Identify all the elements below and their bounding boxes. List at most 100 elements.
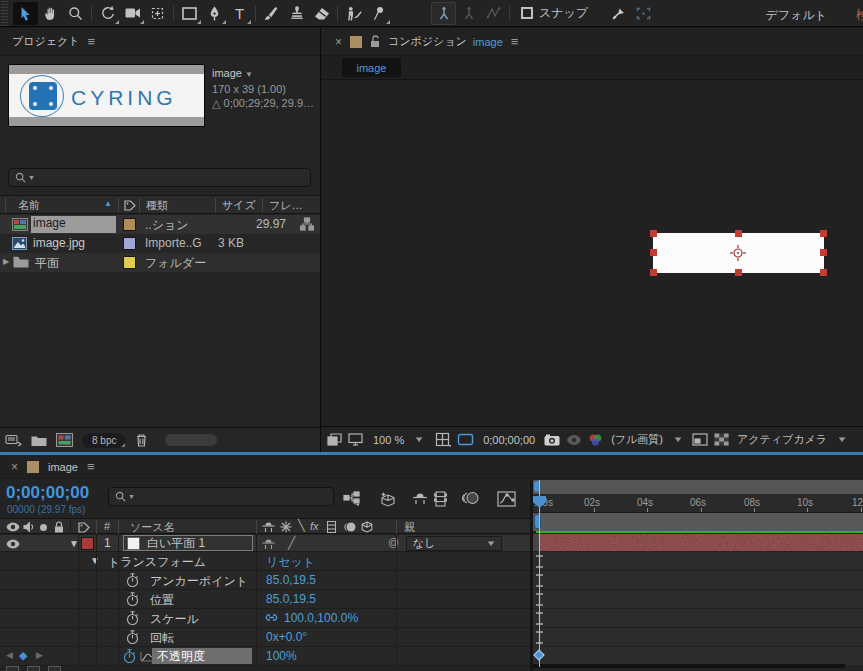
collapse-column-icon[interactable] <box>280 521 292 533</box>
selection-tool[interactable] <box>13 2 38 25</box>
rotate-tool[interactable] <box>95 2 120 25</box>
column-name[interactable]: 名前 <box>18 198 40 213</box>
puppet-pin-tool[interactable] <box>366 2 391 25</box>
layer-name-cell[interactable]: 白い平面 1 <box>123 535 253 551</box>
reset-link[interactable]: リセット <box>266 554 315 571</box>
3d-column-icon[interactable] <box>361 521 373 533</box>
composition-panel-tab[interactable]: × コンポジション image ≡ <box>321 28 863 56</box>
pen-tool[interactable] <box>202 2 227 25</box>
always-preview-icon[interactable] <box>327 433 342 446</box>
label-column-icon[interactable] <box>78 522 90 533</box>
prev-keyframe-arrow[interactable]: ◀ <box>6 650 13 660</box>
timeline-navigator-band[interactable] <box>533 480 863 494</box>
work-area-bar[interactable] <box>533 513 863 531</box>
project-row-folder[interactable]: ▶ 平面 フォルダー <box>0 253 320 272</box>
zoom-tool[interactable] <box>63 2 88 25</box>
comp-mini-flowchart-icon[interactable] <box>343 491 360 506</box>
workspace-selector[interactable]: デフォルト <box>766 7 827 24</box>
column-type[interactable]: 種類 <box>146 198 168 213</box>
graph-editor-icon[interactable] <box>497 491 516 507</box>
choose-grid-icon[interactable] <box>435 432 451 447</box>
sort-ascending-icon[interactable]: ▲ <box>104 199 112 208</box>
property-label[interactable]: アンカーポイント <box>150 573 248 590</box>
transparency-grid-icon[interactable] <box>714 433 729 446</box>
selection-handle[interactable] <box>650 249 657 256</box>
group-expand-arrow[interactable]: ▼ <box>90 555 100 566</box>
layer-visibility-eye-icon[interactable] <box>6 539 20 549</box>
timeline-panel-tab[interactable]: × image ≡ <box>0 455 863 479</box>
hand-tool[interactable] <box>38 2 63 25</box>
snap-toggle[interactable]: スナップ <box>521 5 588 22</box>
quality-column-icon[interactable]: ╲ <box>298 519 305 532</box>
video-column-icon[interactable] <box>6 522 20 532</box>
hide-shy-layers-icon[interactable] <box>412 491 428 505</box>
resolution-dropdown[interactable]: (フル画質) <box>611 432 663 447</box>
horizontal-scrollbar-thumb[interactable] <box>165 434 217 446</box>
layer-row[interactable]: ▼ 1 白い平面 1 ╱ @ なし ▼ <box>0 535 533 552</box>
project-search-input[interactable]: ▼ <box>8 168 311 187</box>
panel-menu-icon[interactable]: ≡ <box>88 34 96 49</box>
rig-tool-3[interactable] <box>481 2 506 25</box>
label-color-tan[interactable] <box>123 218 136 231</box>
text-tool[interactable]: T <box>227 2 252 25</box>
share-arrow-icon[interactable] <box>606 2 631 25</box>
folder-expand-arrow[interactable]: ▶ <box>3 257 9 266</box>
current-time-indicator-line[interactable] <box>539 480 540 667</box>
stopwatch-icon[interactable] <box>126 592 139 607</box>
motion-blur-column-icon[interactable] <box>343 521 356 533</box>
motion-blur-icon[interactable] <box>461 491 479 505</box>
source-name-column[interactable]: ソース名 <box>130 520 175 535</box>
camera-tool[interactable] <box>120 2 145 25</box>
solo-column-icon[interactable] <box>40 524 47 531</box>
opacity-row[interactable]: ◀ ◆ ▶ 不透明度 100% <box>0 647 533 666</box>
composition-viewport[interactable] <box>321 80 863 426</box>
selection-handle[interactable] <box>735 230 742 237</box>
time-ruler[interactable]: :00s 02s 04s 06s 08s 10s 12 <box>533 494 863 513</box>
project-panel-tab[interactable]: プロジェクト ≡ <box>0 28 320 56</box>
viewer-tab-image[interactable]: image <box>342 58 401 77</box>
close-tab-icon[interactable]: × <box>11 460 18 474</box>
brush-tool[interactable] <box>259 2 284 25</box>
clone-stamp-tool[interactable] <box>284 2 309 25</box>
parent-dropdown[interactable]: なし ▼ <box>406 536 502 551</box>
frame-blend-icon[interactable] <box>434 491 447 507</box>
selection-handle[interactable] <box>650 269 657 276</box>
property-value[interactable]: 0x+0.0° <box>266 630 307 644</box>
selection-handle[interactable] <box>735 269 742 276</box>
label-color-yellow[interactable] <box>123 256 136 269</box>
roto-brush-tool[interactable] <box>341 2 366 25</box>
label-column-icon[interactable] <box>124 200 136 211</box>
property-value[interactable]: 100% <box>266 649 297 663</box>
footage-name[interactable]: image <box>212 67 242 79</box>
preview-timecode[interactable]: 0;00;00;00 <box>483 434 535 446</box>
stopwatch-icon[interactable] <box>126 630 139 645</box>
project-row-image-comp[interactable]: image ..ション 29.97 <box>0 215 320 234</box>
pan-behind-tool[interactable] <box>145 2 170 25</box>
show-snapshot-icon[interactable] <box>566 434 582 446</box>
rig-tool-active[interactable] <box>431 2 456 25</box>
unlock-icon[interactable] <box>370 35 380 48</box>
mask-expansion-icon[interactable] <box>631 2 656 25</box>
parent-pickwhip-icon[interactable]: @ <box>388 536 399 548</box>
property-label[interactable]: 回転 <box>150 630 174 647</box>
delete-trash-icon[interactable] <box>135 433 148 447</box>
layer-quality-icon[interactable]: ╱ <box>288 536 295 550</box>
magnification-dropdown[interactable]: 100 % <box>373 434 404 446</box>
label-color-lavender[interactable] <box>123 237 136 250</box>
column-size[interactable]: サイズ <box>222 198 256 213</box>
property-value[interactable]: 85.0,19.5 <box>266 573 316 587</box>
region-of-interest-icon[interactable] <box>457 433 474 446</box>
panel-menu-icon[interactable]: ≡ <box>87 459 95 474</box>
selection-handle[interactable] <box>820 230 827 237</box>
property-label[interactable]: 位置 <box>150 592 174 609</box>
transform-group-label[interactable]: トランスフォーム <box>108 554 206 571</box>
current-timecode[interactable]: 0;00;00;00 <box>6 483 89 503</box>
stopwatch-icon[interactable] <box>126 573 139 588</box>
item-name[interactable]: image.jpg <box>33 236 85 250</box>
item-name[interactable]: 平面 <box>35 255 59 272</box>
timeline-search-input[interactable]: ▼ <box>108 487 334 506</box>
fast-previews-icon[interactable] <box>692 433 708 446</box>
selection-handle[interactable] <box>650 230 657 237</box>
interpret-footage-icon[interactable] <box>5 433 22 447</box>
shy-column-icon[interactable] <box>262 521 275 533</box>
